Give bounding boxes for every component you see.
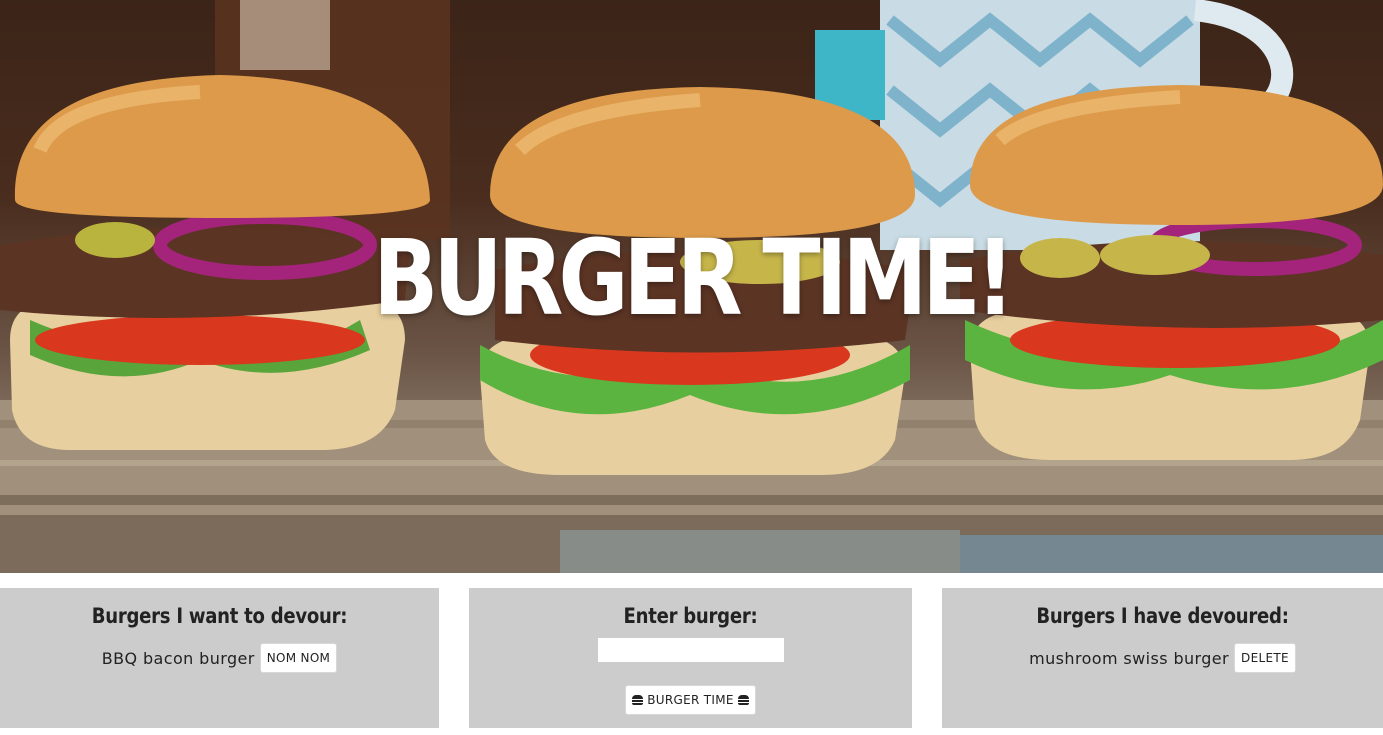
- burger-time-button[interactable]: BURGER TIME: [625, 685, 756, 715]
- burger-time-label: BURGER TIME: [647, 693, 734, 707]
- burger-icon: [632, 695, 644, 705]
- burger-name-input[interactable]: [597, 638, 784, 662]
- devoured-heading: Burgers I have devoured:: [1036, 604, 1289, 628]
- enter-burger-panel: Enter burger: BURGER TIME: [469, 588, 912, 728]
- list-item: mushroom swiss burger DELETE: [1029, 643, 1296, 673]
- hero-banner: BURGER TIME!: [0, 0, 1383, 573]
- list-item: BBQ bacon burger NOM NOM: [101, 643, 338, 673]
- delete-button[interactable]: DELETE: [1234, 643, 1296, 673]
- nom-nom-button[interactable]: NOM NOM: [259, 643, 338, 673]
- burger-icon: [737, 695, 749, 705]
- burger-name: mushroom swiss burger: [1029, 648, 1230, 668]
- want-to-devour-panel: Burgers I want to devour: BBQ bacon burg…: [0, 588, 439, 728]
- devoured-panel: Burgers I have devoured: mushroom swiss …: [942, 588, 1383, 728]
- enter-burger-heading: Enter burger:: [623, 604, 758, 628]
- burger-name: BBQ bacon burger: [101, 648, 255, 668]
- page-title: BURGER TIME!: [373, 217, 1014, 339]
- want-to-devour-heading: Burgers I want to devour:: [91, 604, 348, 628]
